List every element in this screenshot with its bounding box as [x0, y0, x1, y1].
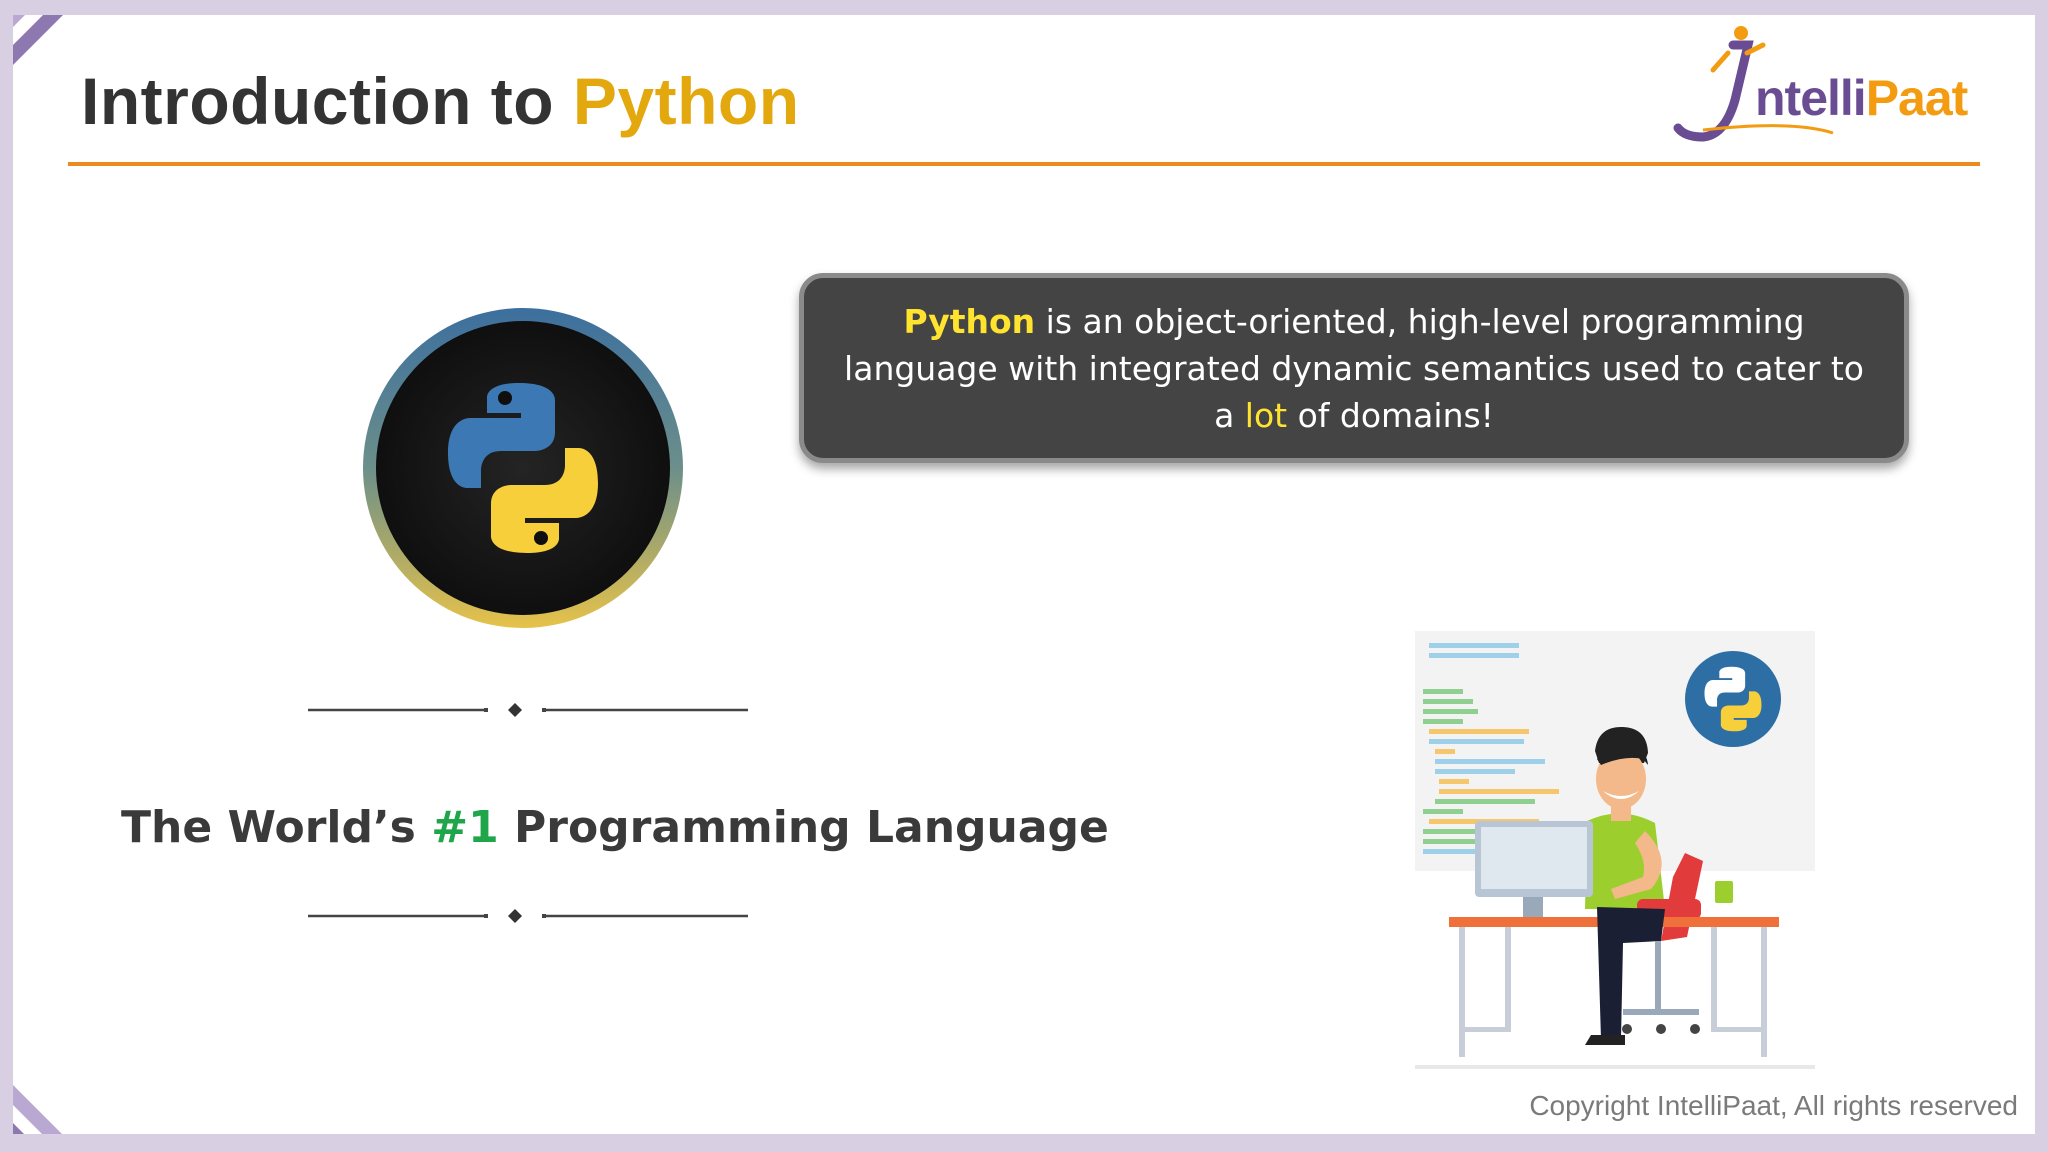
definition-lot-highlight: lot — [1244, 395, 1288, 435]
definition-callout: Python is an object-oriented, high-level… — [799, 273, 1909, 463]
programmer-illustration — [1415, 631, 1815, 1069]
logo-wordmark: ntelliPaat — [1755, 69, 1969, 127]
divider-diamond-icon — [508, 703, 522, 717]
title-accent: Python — [572, 64, 800, 138]
definition-text: Python is an object-oriented, high-level… — [834, 298, 1874, 439]
tagline: The World’s #1 Programming Language — [121, 802, 1109, 853]
page-title: Introduction to Python — [81, 63, 800, 139]
corner-decoration-bottom-left — [13, 1085, 62, 1134]
title-prefix: Introduction to — [81, 64, 573, 138]
definition-python-highlight: Python — [903, 301, 1036, 341]
logo-wordmark-main: ntelli — [1755, 70, 1867, 126]
tagline-highlight: #1 — [431, 802, 499, 853]
copyright-footer: Copyright IntelliPaat, All rights reserv… — [1529, 1090, 2018, 1121]
divider-diamond-icon — [508, 909, 522, 923]
python-badge-icon — [1685, 651, 1781, 747]
definition-end: of domains! — [1287, 395, 1494, 435]
slide: Introduction to Python ntelliPaat Python… — [13, 15, 2035, 1134]
python-logo-icon — [363, 308, 683, 628]
title-underline — [68, 162, 1980, 166]
divider-bottom — [308, 909, 748, 923]
tagline-end: Programming Language — [498, 802, 1109, 853]
logo-wordmark-accent: Paat — [1865, 70, 1969, 126]
tagline-start: The World’s — [121, 802, 432, 853]
corner-decoration-top-left — [13, 15, 63, 65]
divider-top — [308, 703, 748, 717]
intellipaat-logo: ntelliPaat — [1673, 25, 2003, 150]
